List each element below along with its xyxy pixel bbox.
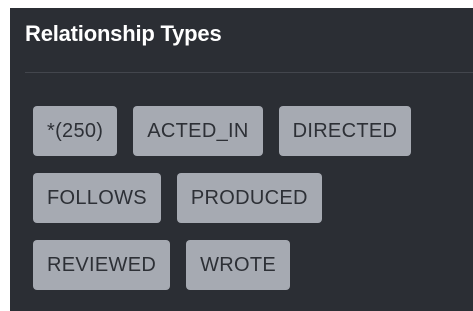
tag-row: REVIEWED WROTE [33, 240, 473, 290]
tag-row: FOLLOWS PRODUCED [33, 173, 473, 223]
tag-all-relationships[interactable]: *(250) [33, 106, 118, 156]
tag-row: *(250) ACTED_IN DIRECTED [33, 106, 473, 156]
tag-acted-in[interactable]: ACTED_IN [133, 106, 263, 156]
tag-produced[interactable]: PRODUCED [176, 173, 322, 223]
tag-reviewed[interactable]: REVIEWED [33, 240, 171, 290]
panel-title: Relationship Types [25, 21, 222, 46]
relationship-types-panel: Relationship Types *(250) ACTED_IN DIREC… [10, 8, 473, 311]
relationship-type-tags: *(250) ACTED_IN DIRECTED FOLLOWS PRODUCE… [33, 106, 473, 307]
divider [25, 72, 473, 73]
tag-wrote[interactable]: WROTE [186, 240, 291, 290]
tag-follows[interactable]: FOLLOWS [33, 173, 161, 223]
tag-directed[interactable]: DIRECTED [278, 106, 412, 156]
